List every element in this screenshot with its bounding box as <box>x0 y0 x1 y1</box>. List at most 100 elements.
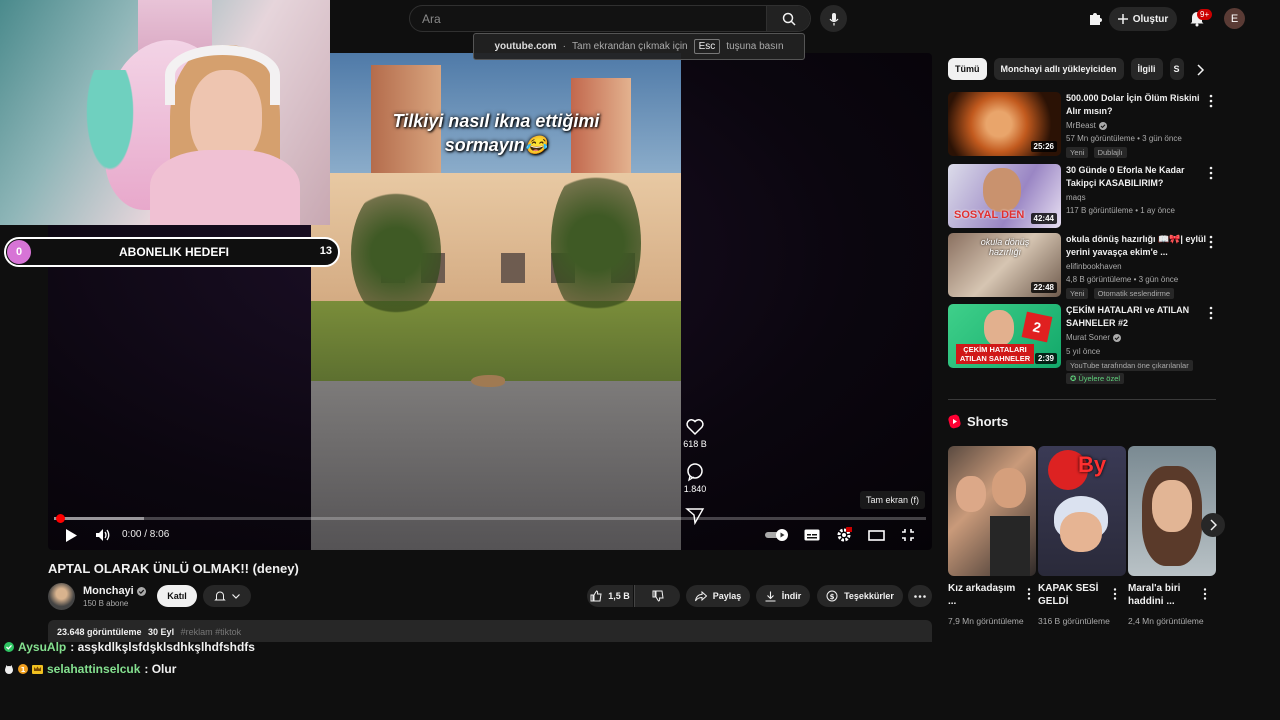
mute-button[interactable] <box>93 526 113 544</box>
badge-auto-dubbed: Otomatik seslendirme <box>1093 288 1175 299</box>
chat-message: 1 selahattinselcuk : Olur <box>4 662 176 676</box>
create-label: Oluştur <box>1132 13 1169 25</box>
chip-from-uploader[interactable]: Monchayi adlı yükleyiciden <box>993 58 1124 80</box>
comment-icon[interactable] <box>681 462 709 482</box>
recommendation-item[interactable]: 25:26 500.000 Dolar İçin Ölüm Riskini Al… <box>948 92 1218 158</box>
short-thumbnail[interactable]: By <box>1038 446 1126 576</box>
chip-all[interactable]: Tümü <box>948 58 987 80</box>
goal-label: ABONELIK HEDEFI <box>118 245 229 259</box>
more-vertical-icon[interactable] <box>1207 166 1215 180</box>
thanks-button[interactable]: $ Teşekkürler <box>817 585 903 607</box>
chevron-right-icon <box>1210 519 1217 531</box>
shorts-next-button[interactable] <box>1201 513 1225 537</box>
description-box[interactable]: 23.648 görüntüleme 30 Eyl #reklam #tikto… <box>48 620 932 642</box>
account-avatar[interactable]: E <box>1224 8 1245 29</box>
more-horizontal-icon <box>914 594 926 598</box>
short-comment-count: 1.840 <box>683 484 707 494</box>
channel-avatar[interactable] <box>48 583 75 610</box>
more-actions-button[interactable] <box>908 585 932 607</box>
more-vertical-icon[interactable] <box>1207 235 1215 249</box>
filter-chips: Tümü Monchayi adlı yükleyiciden İlgili S <box>948 58 1184 80</box>
progress-bar[interactable] <box>54 514 926 523</box>
progress-scrubber[interactable] <box>56 514 65 523</box>
recommendation-item[interactable]: okula dönüş hazırlığı 22:48 okula dönüş … <box>948 233 1218 299</box>
chevron-right-icon[interactable] <box>1193 63 1207 77</box>
download-button[interactable]: İndir <box>756 585 810 607</box>
rec-thumb-text: SOSYAL DEN <box>954 209 1025 221</box>
verified-icon <box>136 586 146 596</box>
subscriber-count: 150 B abone <box>83 599 129 608</box>
short-title[interactable]: Maral'a biri haddini ... <box>1128 582 1198 608</box>
like-count: 1,5 B <box>608 591 630 601</box>
search-input[interactable] <box>410 6 768 31</box>
rec-channel-name: elifinbookhaven <box>1066 262 1122 271</box>
more-vertical-icon[interactable] <box>1026 588 1032 600</box>
short-thumbnail[interactable] <box>1128 446 1216 576</box>
rec-title: 500.000 Dolar İçin Ölüm Riskini Alır mıs… <box>1066 93 1200 116</box>
search-button[interactable] <box>766 6 810 31</box>
verified-icon <box>1113 333 1122 342</box>
upload-date: 30 Eyl <box>148 627 175 637</box>
more-vertical-icon[interactable] <box>1112 588 1118 600</box>
more-vertical-icon[interactable] <box>1207 306 1215 320</box>
dislike-button[interactable] <box>634 585 680 607</box>
hint-host: youtube.com <box>494 41 557 52</box>
rec-meta: 4,8 B görüntüleme • 3 gün önce <box>1066 275 1179 284</box>
send-icon[interactable] <box>681 507 709 525</box>
voice-search-button[interactable] <box>820 5 847 32</box>
chat-message: AysuAlp : asşkdlkşlsfdşklsdhkşlhdfshdfs <box>4 640 255 654</box>
recommendation-item[interactable]: SOSYAL DEN 42:44 30 Günde 0 Eforla Ne Ka… <box>948 164 1218 228</box>
channel-name[interactable]: Monchayi <box>83 585 146 597</box>
fullscreen-button[interactable] <box>898 526 918 544</box>
crown-badge-icon <box>32 665 43 674</box>
rec-channel: MrBeast <box>1066 121 1107 130</box>
puzzle-icon[interactable] <box>1087 10 1103 26</box>
shorts-title: Shorts <box>967 414 1009 429</box>
time-display: 0:00 / 8:06 <box>122 529 170 540</box>
like-heart-icon[interactable] <box>681 417 709 437</box>
download-icon <box>765 591 776 602</box>
chip-related[interactable]: İlgili <box>1130 58 1163 80</box>
rec-channel-name: MrBeast <box>1066 121 1096 130</box>
like-button[interactable]: 1,5 B <box>587 585 633 607</box>
chip-partial[interactable]: S <box>1169 58 1184 80</box>
bell-icon <box>214 591 226 601</box>
share-button[interactable]: Paylaş <box>686 585 750 607</box>
shorts-logo-icon <box>948 414 961 429</box>
short-views: 316 B görüntüleme <box>1038 616 1110 626</box>
create-button[interactable]: Oluştur <box>1109 7 1177 31</box>
rec-duration: 22:48 <box>1030 282 1057 293</box>
badge-members-only-text: Üyelere özel <box>1078 374 1121 383</box>
short-thumbnail[interactable] <box>948 446 1036 576</box>
more-vertical-icon[interactable] <box>1202 588 1208 600</box>
play-icon <box>66 528 77 542</box>
short-title[interactable]: Kız arkadaşım ... <box>948 582 1018 608</box>
rec-badges: Yeni Otomatik seslendirme <box>1066 288 1177 299</box>
badge-dubbed: Dublajlı <box>1093 147 1127 158</box>
svg-text:1: 1 <box>21 666 26 674</box>
thanks-icon: $ <box>826 590 838 602</box>
hint-text-after: tuşuna basın <box>726 41 784 52</box>
rec-meta: 57 Mn görüntüleme • 3 gün önce <box>1066 134 1182 143</box>
join-button[interactable]: Katıl <box>157 585 197 607</box>
rec-thumb-text: okula dönüş hazırlığı <box>980 237 1030 257</box>
play-button[interactable] <box>62 526 80 544</box>
autoplay-toggle[interactable] <box>764 526 790 544</box>
settings-button[interactable] <box>834 526 854 544</box>
rec-thumbnail: SOSYAL DEN 42:44 <box>948 164 1061 228</box>
hashtags[interactable]: #reklam #tiktok <box>181 627 242 637</box>
more-vertical-icon[interactable] <box>1207 94 1215 108</box>
theater-mode-button[interactable] <box>866 526 886 544</box>
video-caption: Tilkiyi nasıl ikna ettiğimi sormayın😂 <box>392 111 600 156</box>
subscription-bell-button[interactable] <box>203 585 251 607</box>
hint-esc-key: Esc <box>693 39 721 54</box>
short-title[interactable]: KAPAK SESİ GELDİ <box>1038 582 1108 608</box>
subtitles-button[interactable] <box>802 526 822 544</box>
rec-duration: 2:39 <box>1034 353 1057 364</box>
recommendation-item[interactable]: 2 ÇEKİM HATALARI ATILAN SAHNELER 2:39 ÇE… <box>948 304 1218 384</box>
rec-title: ÇEKİM HATALARI ve ATILAN SAHNELER #2 <box>1066 305 1190 328</box>
gear-icon <box>837 527 852 542</box>
badge-members-only: ✪ Üyelere özel <box>1066 373 1125 384</box>
section-divider <box>948 399 1216 400</box>
streamer-webcam <box>0 0 330 225</box>
